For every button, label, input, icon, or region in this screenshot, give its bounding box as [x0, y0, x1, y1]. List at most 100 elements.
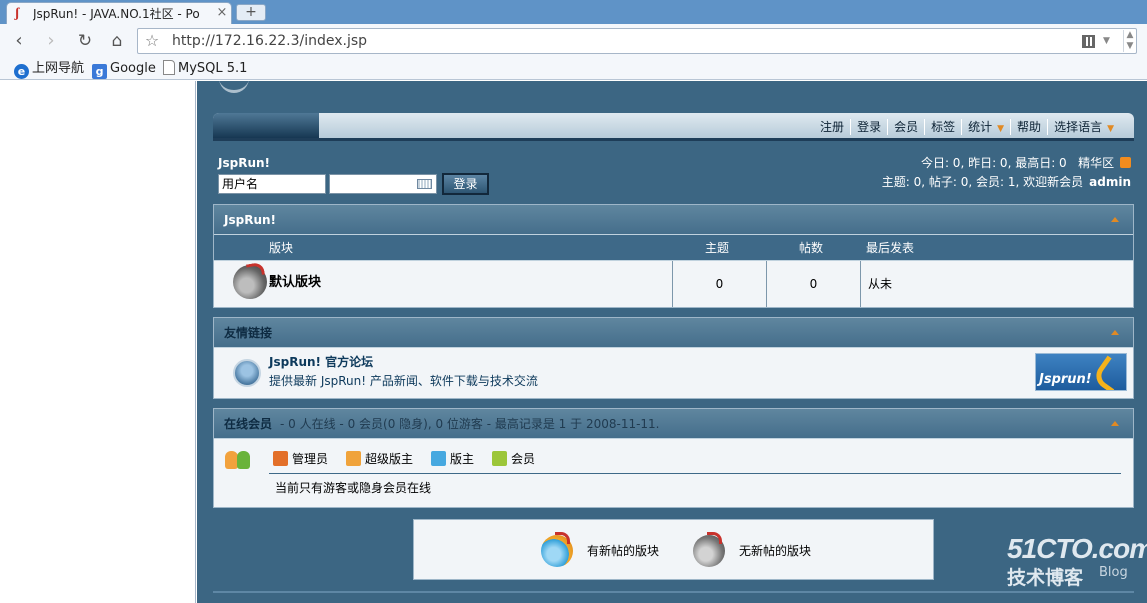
- newest-member-link[interactable]: admin: [1089, 175, 1131, 189]
- legend-member: 会员: [492, 451, 535, 467]
- collapse-arrow-icon[interactable]: [1111, 330, 1119, 335]
- online-info: - 0 人在线 - 0 会员(0 隐身), 0 位游客 - 最高记录是 1 于 …: [280, 417, 660, 431]
- home-icon[interactable]: ⌂: [106, 30, 128, 52]
- admin-icon: [273, 451, 288, 466]
- qr-code-icon[interactable]: [1082, 35, 1095, 48]
- browser-tabstrip: ʃ JspRun! - JAVA.NO.1社区 - Po × +: [0, 0, 1147, 24]
- link-site-icon[interactable]: [233, 359, 261, 387]
- stats-line1: 今日: 0, 昨日: 0, 最高日: 0: [920, 156, 1067, 170]
- panel-header: 在线会员 - 0 人在线 - 0 会员(0 隐身), 0 位游客 - 最高记录是 …: [214, 409, 1133, 439]
- collapse-arrow-icon[interactable]: [1111, 421, 1119, 426]
- users-icon: [225, 448, 253, 470]
- watermark-tagline: 技术博客: [1007, 567, 1084, 589]
- table-row: 默认版块 0 0 从未: [214, 261, 1133, 307]
- moderator-icon: [431, 451, 447, 466]
- member-icon: [492, 451, 508, 466]
- collapse-arrow-icon[interactable]: [1111, 217, 1119, 222]
- link-name[interactable]: JspRun! 官方论坛: [269, 355, 373, 370]
- watermark-domain: 51CTO.com: [1007, 533, 1147, 564]
- panel-title: 友情链接: [224, 326, 273, 340]
- online-body: 管理员 超级版主 版主 会员 当前只有游客或隐身会员在线: [214, 439, 1133, 507]
- nav-label: 标签: [931, 120, 956, 134]
- panel-title[interactable]: 在线会员 - 0 人在线 - 0 会员(0 隐身), 0 位游客 - 最高记录是 …: [224, 417, 660, 431]
- scroll-arrows-icon[interactable]: ▲ ▼: [1123, 30, 1136, 52]
- keyboard-icon[interactable]: [417, 179, 432, 189]
- page-icon: [163, 60, 175, 75]
- bookmarks-bar: e 上网导航 g Google MySQL 5.1: [0, 57, 1147, 80]
- forward-arrow-icon[interactable]: ›: [40, 30, 62, 52]
- nav-tags[interactable]: 标签: [924, 119, 961, 135]
- nav-register[interactable]: 注册: [814, 119, 850, 135]
- col-posts: 帖数: [799, 241, 824, 255]
- java-favicon-icon: ʃ: [15, 6, 20, 21]
- bookmark-label: MySQL 5.1: [178, 61, 248, 76]
- url-text[interactable]: http://172.16.22.3/index.jsp: [172, 33, 367, 50]
- rss-icon[interactable]: [1120, 157, 1131, 168]
- nav-label: 注册: [820, 120, 845, 134]
- legend-label: 管理员: [292, 452, 329, 466]
- nav-menu: 注册 登录 会员 标签 统计 ▼ 帮助 选择语言 ▼: [814, 119, 1120, 135]
- address-bar[interactable]: ☆ http://172.16.22.3/index.jsp ▼ ▲ ▼: [137, 28, 1137, 54]
- new-tab-button[interactable]: +: [236, 4, 266, 21]
- nav-language[interactable]: 选择语言 ▼: [1047, 119, 1120, 135]
- bookmark-item[interactable]: MySQL 5.1: [163, 60, 247, 77]
- member-legend: 管理员 超级版主 版主 会员: [273, 451, 553, 467]
- username-input[interactable]: 用户名: [218, 174, 326, 194]
- stats-today: 今日: 0, 昨日: 0, 最高日: 0 精华区: [921, 156, 1131, 171]
- footer-divider: [213, 591, 1134, 593]
- new-posts-label: 有新帖的版块: [587, 544, 660, 558]
- browser-toolbar: ‹ › ↻ ⌂ ☆ http://172.16.22.3/index.jsp ▼…: [0, 24, 1147, 57]
- online-title: 在线会员: [224, 417, 273, 431]
- col-threads: 主题: [705, 241, 730, 255]
- links-panel: 友情链接 JspRun! 官方论坛 提供最新 JspRun! 产品新闻、软件下载…: [213, 317, 1134, 399]
- digest-link[interactable]: 精华区: [1078, 156, 1114, 170]
- super-moderator-icon: [346, 451, 362, 466]
- list-item: JspRun! 官方论坛 提供最新 JspRun! 产品新闻、软件下载与技术交流…: [214, 348, 1133, 398]
- nav-login[interactable]: 登录: [850, 119, 887, 135]
- online-note: 当前只有游客或隐身会员在线: [275, 481, 432, 495]
- bookmark-item[interactable]: g Google: [92, 60, 156, 79]
- forum-threads: 0: [672, 261, 766, 307]
- nav-stats[interactable]: 统计 ▼: [961, 119, 1010, 135]
- legend-label: 超级版主: [365, 452, 414, 466]
- bookmark-label: Google: [110, 61, 156, 76]
- panel-header: 友情链接: [214, 318, 1133, 348]
- bookmark-star-icon[interactable]: ☆: [144, 32, 160, 50]
- nav-members[interactable]: 会员: [887, 119, 924, 135]
- forum-posts: 0: [766, 261, 860, 307]
- left-frame: [0, 81, 196, 603]
- watermark: 51CTO.com 技术博客 Blog: [1007, 533, 1147, 601]
- ie-globe-icon: e: [14, 64, 29, 79]
- caret-down-icon: ▼: [997, 124, 1005, 134]
- site-brand: JspRun!: [218, 156, 270, 170]
- navbar-dark-segment: [213, 113, 319, 138]
- forum-panel: JspRun! 版块 主题 帖数 最后发表 默认版块 0 0 从未: [213, 204, 1134, 308]
- reload-icon[interactable]: ↻: [74, 30, 96, 52]
- password-input[interactable]: [329, 174, 437, 194]
- panel-header: JspRun!: [214, 205, 1133, 235]
- jsprun-logo-banner[interactable]: Jsprun!: [1035, 353, 1127, 391]
- browser-tab[interactable]: ʃ JspRun! - JAVA.NO.1社区 - Po ×: [6, 2, 232, 24]
- forum-page: 注册 登录 会员 标签 统计 ▼ 帮助 选择语言 ▼ JspRun! 用户名 登录 …: [197, 81, 1147, 603]
- back-arrow-icon[interactable]: ‹: [8, 30, 30, 52]
- legend-admin: 管理员: [273, 451, 328, 467]
- tab-close-icon[interactable]: ×: [215, 6, 229, 20]
- bookmark-item[interactable]: e 上网导航: [14, 60, 85, 79]
- col-forum: 版块: [269, 241, 294, 255]
- tab-title: JspRun! - JAVA.NO.1社区 - Po: [33, 7, 200, 21]
- nav-label: 登录: [857, 120, 882, 134]
- watermark-blog: Blog: [1099, 565, 1128, 580]
- login-button[interactable]: 登录: [442, 173, 489, 195]
- forum-name-link[interactable]: 默认版块: [269, 275, 321, 291]
- panel-title[interactable]: JspRun!: [224, 213, 276, 227]
- legend-label: 会员: [511, 452, 536, 466]
- caret-down-icon: ▼: [1107, 124, 1114, 134]
- no-new-posts-forum-icon: [693, 532, 725, 567]
- chevron-down-icon[interactable]: ▼: [1103, 34, 1113, 48]
- top-navbar: 注册 登录 会员 标签 统计 ▼ 帮助 选择语言 ▼: [213, 113, 1134, 141]
- forum-column-header: 版块 主题 帖数 最后发表: [214, 235, 1133, 261]
- nav-help[interactable]: 帮助: [1010, 119, 1047, 135]
- no-new-posts-label: 无新帖的版块: [739, 544, 812, 558]
- legend-super-moderator: 超级版主: [346, 451, 413, 467]
- bookmark-label: 上网导航: [32, 61, 85, 76]
